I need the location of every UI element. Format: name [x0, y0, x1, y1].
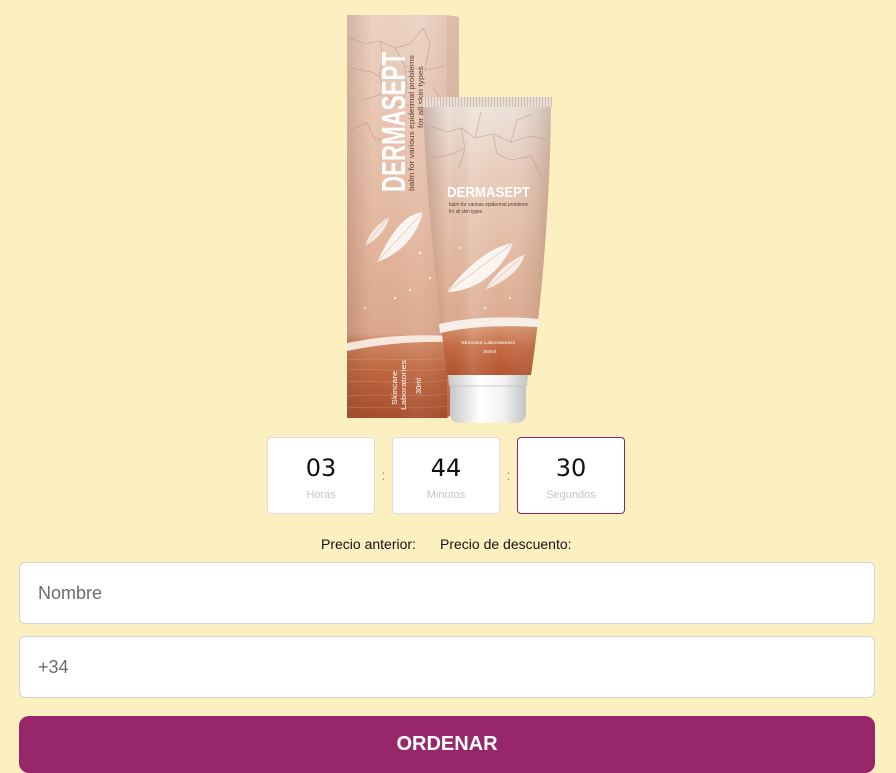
box-maker-line1: Skincare [390, 371, 399, 405]
countdown-hours-label: Horas [306, 489, 336, 501]
product-illustration: DERMASEPT balm for various epidermal pro… [346, 15, 552, 423]
countdown-hours-value: 03 [305, 454, 337, 482]
tube-volume: 30ml [483, 349, 496, 355]
name-input[interactable] [19, 562, 875, 624]
box-maker-line2: Laboratories [399, 360, 408, 410]
order-button[interactable]: ORDENAR [19, 716, 875, 773]
countdown-minutes: 44 Minutos [392, 437, 500, 514]
phone-input[interactable] [19, 636, 875, 698]
countdown-seconds-label: Segundos [546, 489, 596, 501]
tube-cap [448, 375, 528, 423]
tube-tagline-line1: balm for various epidermal problems [449, 202, 528, 208]
product-image: DERMASEPT balm for various epidermal pro… [335, 8, 565, 428]
countdown-seconds: 30 Segundos [517, 437, 625, 514]
discount-price-label: Precio de descuento: [440, 536, 572, 552]
old-price-label: Precio anterior: [321, 536, 416, 552]
countdown-seconds-value: 30 [555, 454, 587, 482]
tube-maker-text: Skincare Laboratories [461, 340, 516, 346]
box-tagline-line1: balm for various epidermal problems [407, 55, 416, 191]
tube-crimp [422, 97, 552, 107]
countdown-minutes-label: Minutos [426, 489, 466, 501]
tube-tagline-line2: for all skin types [449, 209, 482, 215]
countdown-minutes-value: 44 [430, 454, 462, 482]
countdown-separator: : [381, 467, 386, 483]
box-volume: 30ml [414, 378, 423, 394]
tube-brand-text: DERMASEPT [447, 184, 530, 201]
countdown-hours: 03 Horas [267, 437, 375, 514]
countdown-separator: : [506, 467, 511, 483]
